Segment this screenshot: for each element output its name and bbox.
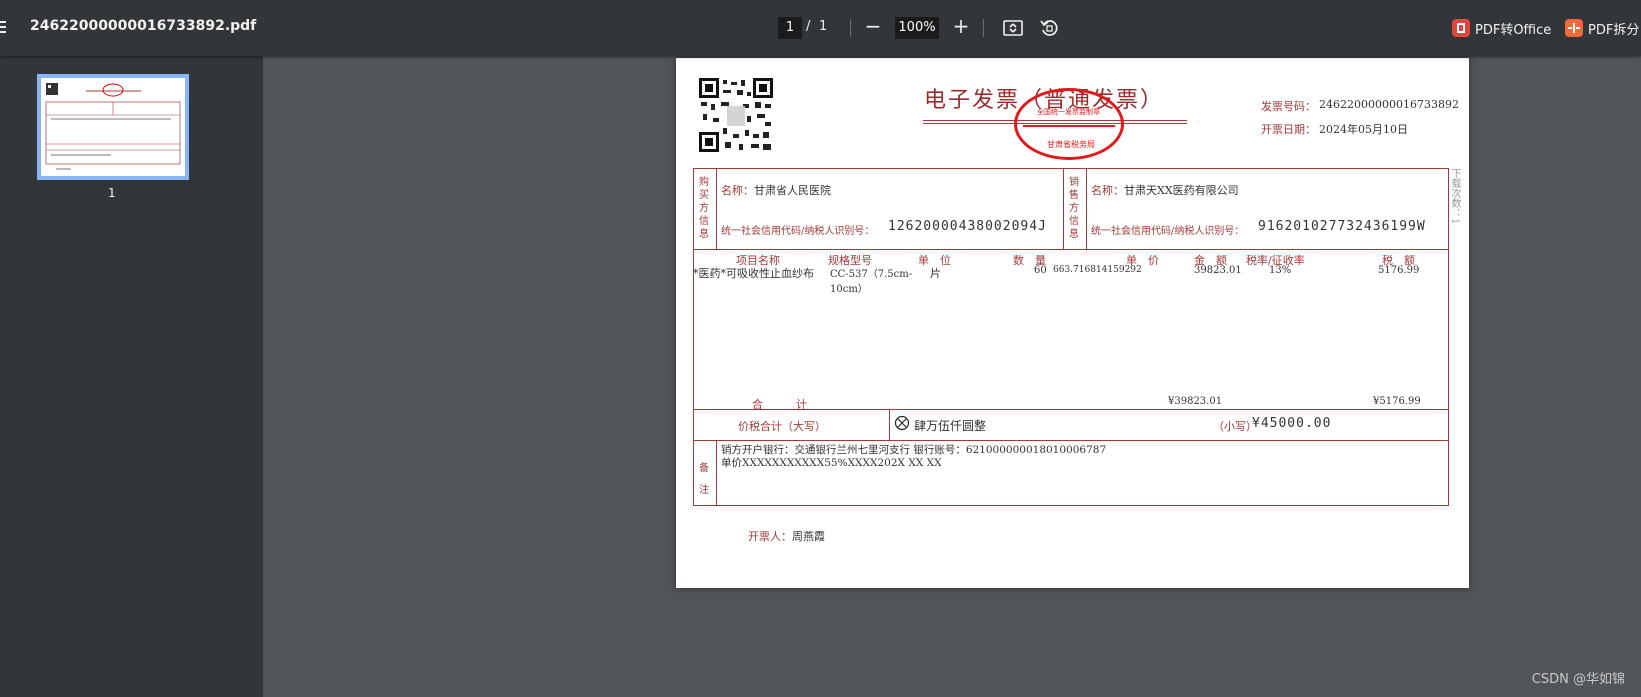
item-unit: 片 — [930, 267, 941, 280]
buyer-char: 买 — [699, 190, 709, 201]
zoom-level-input[interactable]: 100% — [895, 17, 939, 39]
invoice-page: 电子发票（普通发票） 全国统一发票监制章 甘肃省税务局 发票号码： 246220… — [676, 58, 1469, 588]
buyer-char: 息 — [699, 229, 709, 240]
page-number-input[interactable]: 1 — [778, 17, 802, 39]
table-line — [1063, 168, 1064, 249]
document-viewer[interactable]: 电子发票（普通发票） 全国统一发票监制章 甘肃省税务局 发票号码： 246220… — [263, 56, 1641, 697]
remark-char: 注 — [699, 485, 709, 496]
seller-char: 售 — [1069, 190, 1079, 201]
item-amount: 39823.01 — [1194, 265, 1242, 276]
seller-char: 息 — [1069, 229, 1079, 240]
seller-char: 信 — [1069, 216, 1079, 227]
item-rate: 13% — [1269, 265, 1292, 276]
buyer-char: 方 — [699, 203, 709, 214]
remark-price: 单价XXXXXXXXXXX55%XXXX202X XX XX — [721, 457, 942, 469]
seller-char: 方 — [1069, 203, 1079, 214]
thumbnail-page-number: 1 — [108, 186, 116, 200]
buyer-section-label: 购 买 方 信 息 — [699, 176, 713, 241]
item-price: 663.716814159292 — [1053, 265, 1142, 275]
seller-tax-id: 916201027732436199W — [1258, 219, 1426, 234]
pdf-to-office-label: PDF转Office — [1475, 22, 1552, 38]
item-spec-line2: 10cm） — [830, 284, 868, 295]
pdf-to-office-button[interactable]: PDF转Office — [1452, 17, 1551, 39]
remark-char: 备 — [699, 463, 709, 474]
seller-tax-label: 统一社会信用代码/纳税人识别号： — [1091, 226, 1245, 237]
sum-in-figures: ¥45000.00 — [1252, 416, 1332, 431]
buyer-tax-label: 统一社会信用代码/纳税人识别号： — [721, 226, 875, 237]
table-line — [693, 440, 1449, 441]
sum-in-words: 肆万伍仟圆整 — [914, 419, 987, 433]
fit-to-page-icon[interactable] — [1000, 15, 1026, 41]
file-name: 24622000000016733892.pdf — [30, 18, 257, 34]
invoice-number-label: 发票号码： — [1261, 100, 1316, 113]
issuer-label: 开票人： — [748, 530, 792, 543]
item-tax: 5176.99 — [1378, 265, 1420, 276]
download-count: 下载次数：1 — [1449, 168, 1460, 225]
table-line — [1086, 168, 1087, 249]
buyer-char: 购 — [699, 177, 709, 188]
sum-small-label: （小写） — [1213, 420, 1257, 433]
pdf-split-button[interactable]: PDF拆分 — [1565, 17, 1639, 39]
split-icon — [1565, 19, 1583, 37]
qr-code — [699, 78, 773, 152]
buyer-name: 甘肃省人民医院 — [754, 184, 831, 197]
buyer-char: 信 — [699, 216, 709, 227]
seal-top-text: 全国统一发票监制章 — [1037, 108, 1100, 116]
circle-x-icon — [894, 415, 910, 431]
pdf-toolbar: 24622000000016733892.pdf 1 / 1 − 100% + … — [0, 0, 1641, 56]
sum-label: 价税合计（大写） — [738, 420, 826, 433]
table-line — [889, 409, 890, 440]
buyer-name-label: 名称： — [721, 184, 754, 197]
table-line — [693, 409, 1449, 410]
seller-char: 销 — [1069, 177, 1079, 188]
thumbnail-sidebar: 1 — [0, 56, 263, 697]
page-separator: / — [806, 19, 811, 34]
office-icon — [1452, 19, 1470, 37]
item-qty: 60 — [1034, 265, 1047, 276]
seller-name-label: 名称： — [1091, 184, 1124, 197]
seller-name: 甘肃天XX医药有限公司 — [1124, 184, 1239, 197]
seller-section-label: 销 售 方 信 息 — [1069, 176, 1083, 241]
seal-divider — [1023, 125, 1115, 127]
table-line — [716, 440, 717, 506]
table-line — [693, 249, 1449, 250]
page-total: 1 — [819, 19, 828, 34]
thumbnail-preview — [41, 78, 185, 176]
seal-bottom-text: 甘肃省税务局 — [1047, 140, 1095, 149]
zoom-in-button[interactable]: + — [948, 14, 974, 40]
pdf-split-label: PDF拆分 — [1588, 22, 1640, 38]
total-tax: ¥5176.99 — [1373, 396, 1421, 407]
toolbar-divider — [850, 19, 851, 37]
page-thumbnail[interactable] — [37, 74, 189, 180]
total-amount: ¥39823.01 — [1168, 396, 1223, 407]
buyer-tax-id: 12620000438002094J — [888, 219, 1047, 234]
zoom-out-button[interactable]: − — [860, 14, 886, 40]
remark-section-label: 备 注 — [699, 458, 713, 502]
table-line — [716, 168, 717, 249]
official-seal: 全国统一发票监制章 甘肃省税务局 — [1014, 88, 1124, 160]
issuer-name: 周燕霞 — [792, 530, 825, 543]
rotate-icon[interactable] — [1036, 15, 1062, 41]
item-spec: CC-537（7.5cm- — [830, 269, 913, 280]
watermark: CSDN @华如锦 — [1531, 672, 1625, 687]
invoice-date-label: 开票日期： — [1261, 123, 1316, 136]
invoice-date: 2024年05月10日 — [1319, 123, 1408, 136]
toolbar-divider — [983, 19, 984, 37]
invoice-number: 24622000000016733892 — [1319, 98, 1459, 111]
menu-icon[interactable] — [0, 18, 10, 36]
item-name: *医药*可吸收性止血纱布 — [693, 267, 814, 280]
